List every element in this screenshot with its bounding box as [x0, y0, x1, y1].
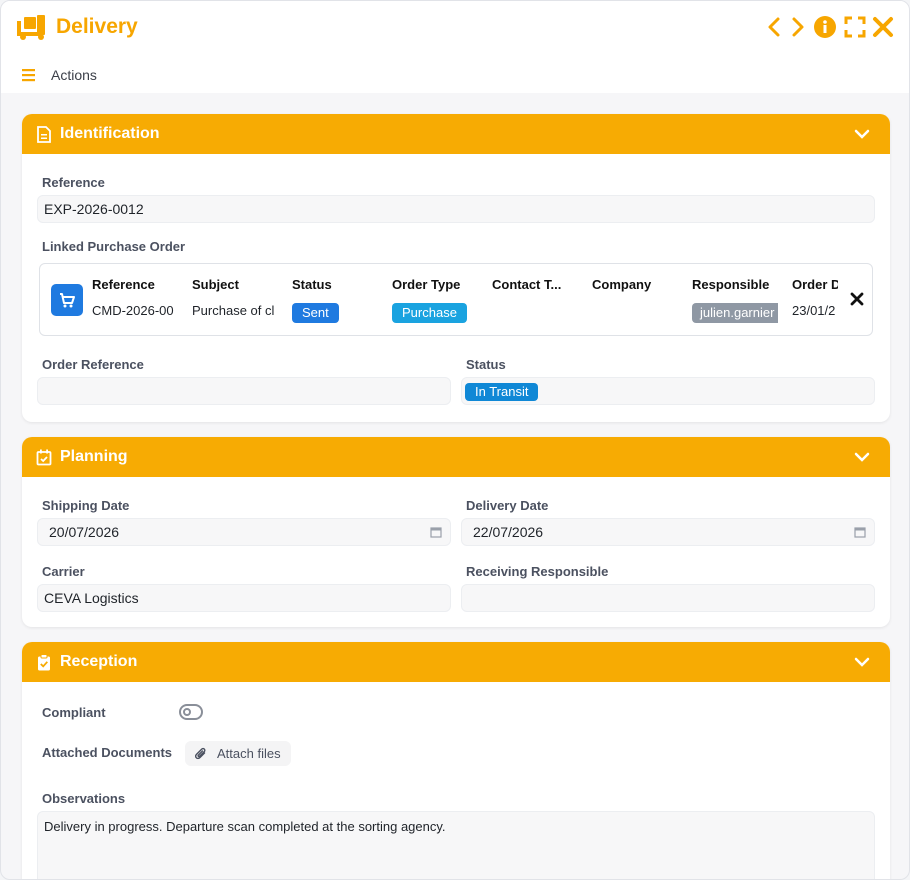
po-responsible-badge: julien.garnier [692, 303, 778, 323]
paperclip-icon [195, 747, 206, 760]
identification-title: Identification [60, 125, 160, 142]
shipping-date-value: 20/07/2026 [49, 524, 120, 540]
next-icon[interactable] [785, 15, 809, 39]
reception-section: Reception Compliant Attached Documents A… [22, 642, 890, 879]
status-label: Status [466, 357, 506, 372]
compliant-label: Compliant [42, 705, 106, 720]
po-header-reference: Reference [92, 277, 155, 292]
observations-label: Observations [42, 791, 126, 806]
reception-header[interactable]: Reception [22, 642, 890, 682]
chevron-down-icon[interactable] [854, 126, 870, 142]
info-icon[interactable] [813, 15, 837, 39]
linked-po-label: Linked Purchase Order [42, 239, 186, 254]
receiving-responsible-label: Receiving Responsible [466, 564, 609, 579]
po-header-order-date: Order D [792, 277, 838, 292]
po-col-order-date: Order D 23/01/2 [792, 277, 838, 318]
toggle-knob [183, 708, 191, 716]
po-header-company: Company [592, 277, 652, 292]
po-order-type-badge: Purchase [392, 303, 467, 323]
shopping-cart-icon [51, 284, 83, 316]
chevron-down-icon[interactable] [854, 449, 870, 465]
reference-label: Reference [42, 175, 105, 190]
actions-label: Actions [51, 67, 97, 83]
identification-section: Identification Reference EXP-2026-0012 L… [22, 114, 890, 422]
linked-po-record[interactable]: Reference CMD-2026-00 Subject Purchase o… [39, 263, 873, 336]
po-col-company: Company [592, 277, 682, 295]
po-header-status: Status [292, 277, 332, 292]
po-status-badge: Sent [292, 303, 339, 323]
po-header-contact: Contact T... [492, 277, 562, 292]
po-col-subject: Subject Purchase of cl [192, 277, 278, 318]
carrier-field[interactable]: CEVA Logistics [37, 584, 451, 612]
po-header-subject: Subject [192, 277, 239, 292]
forklift-icon [17, 15, 45, 40]
hamburger-icon [22, 69, 35, 82]
receiving-responsible-field[interactable] [461, 584, 875, 612]
po-col-responsible: Responsible julien.garnier [692, 277, 778, 323]
planning-section: Planning Shipping Date 20/07/2026 Delive… [22, 437, 890, 627]
carrier-label: Carrier [42, 564, 85, 579]
calendar-icon[interactable] [854, 526, 866, 538]
clipboard-check-icon [38, 653, 50, 670]
shipping-date-field[interactable]: 20/07/2026 [37, 518, 451, 546]
po-col-contact: Contact T... [492, 277, 582, 295]
delivery-date-field[interactable]: 22/07/2026 [461, 518, 875, 546]
order-reference-label: Order Reference [42, 357, 144, 372]
po-order-date-value: 23/01/2 [792, 303, 836, 318]
window-title: Delivery [56, 15, 138, 38]
attach-files-label: Attach files [217, 746, 281, 761]
compliant-toggle[interactable] [179, 704, 203, 720]
delivery-window: Delivery Actions Identification Referenc… [0, 0, 910, 880]
delivery-date-label: Delivery Date [466, 498, 549, 513]
calendar-icon[interactable] [430, 526, 442, 538]
title-bar: Delivery Actions [1, 1, 909, 93]
po-header-responsible: Responsible [692, 277, 770, 292]
reception-title: Reception [60, 653, 138, 670]
chevron-down-icon[interactable] [854, 654, 870, 670]
attach-files-button[interactable]: Attach files [185, 741, 291, 766]
calendar-check-icon [36, 449, 52, 465]
po-header-order-type: Order Type [392, 277, 461, 292]
observations-textarea[interactable]: Delivery in progress. Departure scan com… [37, 811, 875, 879]
previous-icon[interactable] [763, 15, 787, 39]
reference-field[interactable]: EXP-2026-0012 [37, 195, 875, 223]
planning-title: Planning [60, 448, 128, 465]
planning-header[interactable]: Planning [22, 437, 890, 477]
delivery-date-value: 22/07/2026 [473, 524, 544, 540]
remove-link-icon[interactable] [850, 292, 864, 306]
actions-menu[interactable]: Actions [21, 64, 97, 86]
document-icon [37, 125, 51, 143]
po-col-order-type: Order Type Purchase [392, 277, 482, 323]
po-reference-value: CMD-2026-00 [92, 303, 174, 318]
shipping-date-label: Shipping Date [42, 498, 130, 513]
attached-documents-label: Attached Documents [42, 745, 173, 760]
identification-header[interactable]: Identification [22, 114, 890, 154]
close-icon[interactable] [871, 15, 895, 39]
po-col-status: Status Sent [292, 277, 382, 323]
status-field[interactable]: In Transit [461, 377, 875, 405]
po-subject-value: Purchase of cl [192, 303, 275, 318]
order-reference-field[interactable] [37, 377, 451, 405]
fullscreen-icon[interactable] [843, 15, 867, 39]
po-col-reference: Reference CMD-2026-00 [92, 277, 178, 318]
status-badge: In Transit [465, 383, 539, 401]
